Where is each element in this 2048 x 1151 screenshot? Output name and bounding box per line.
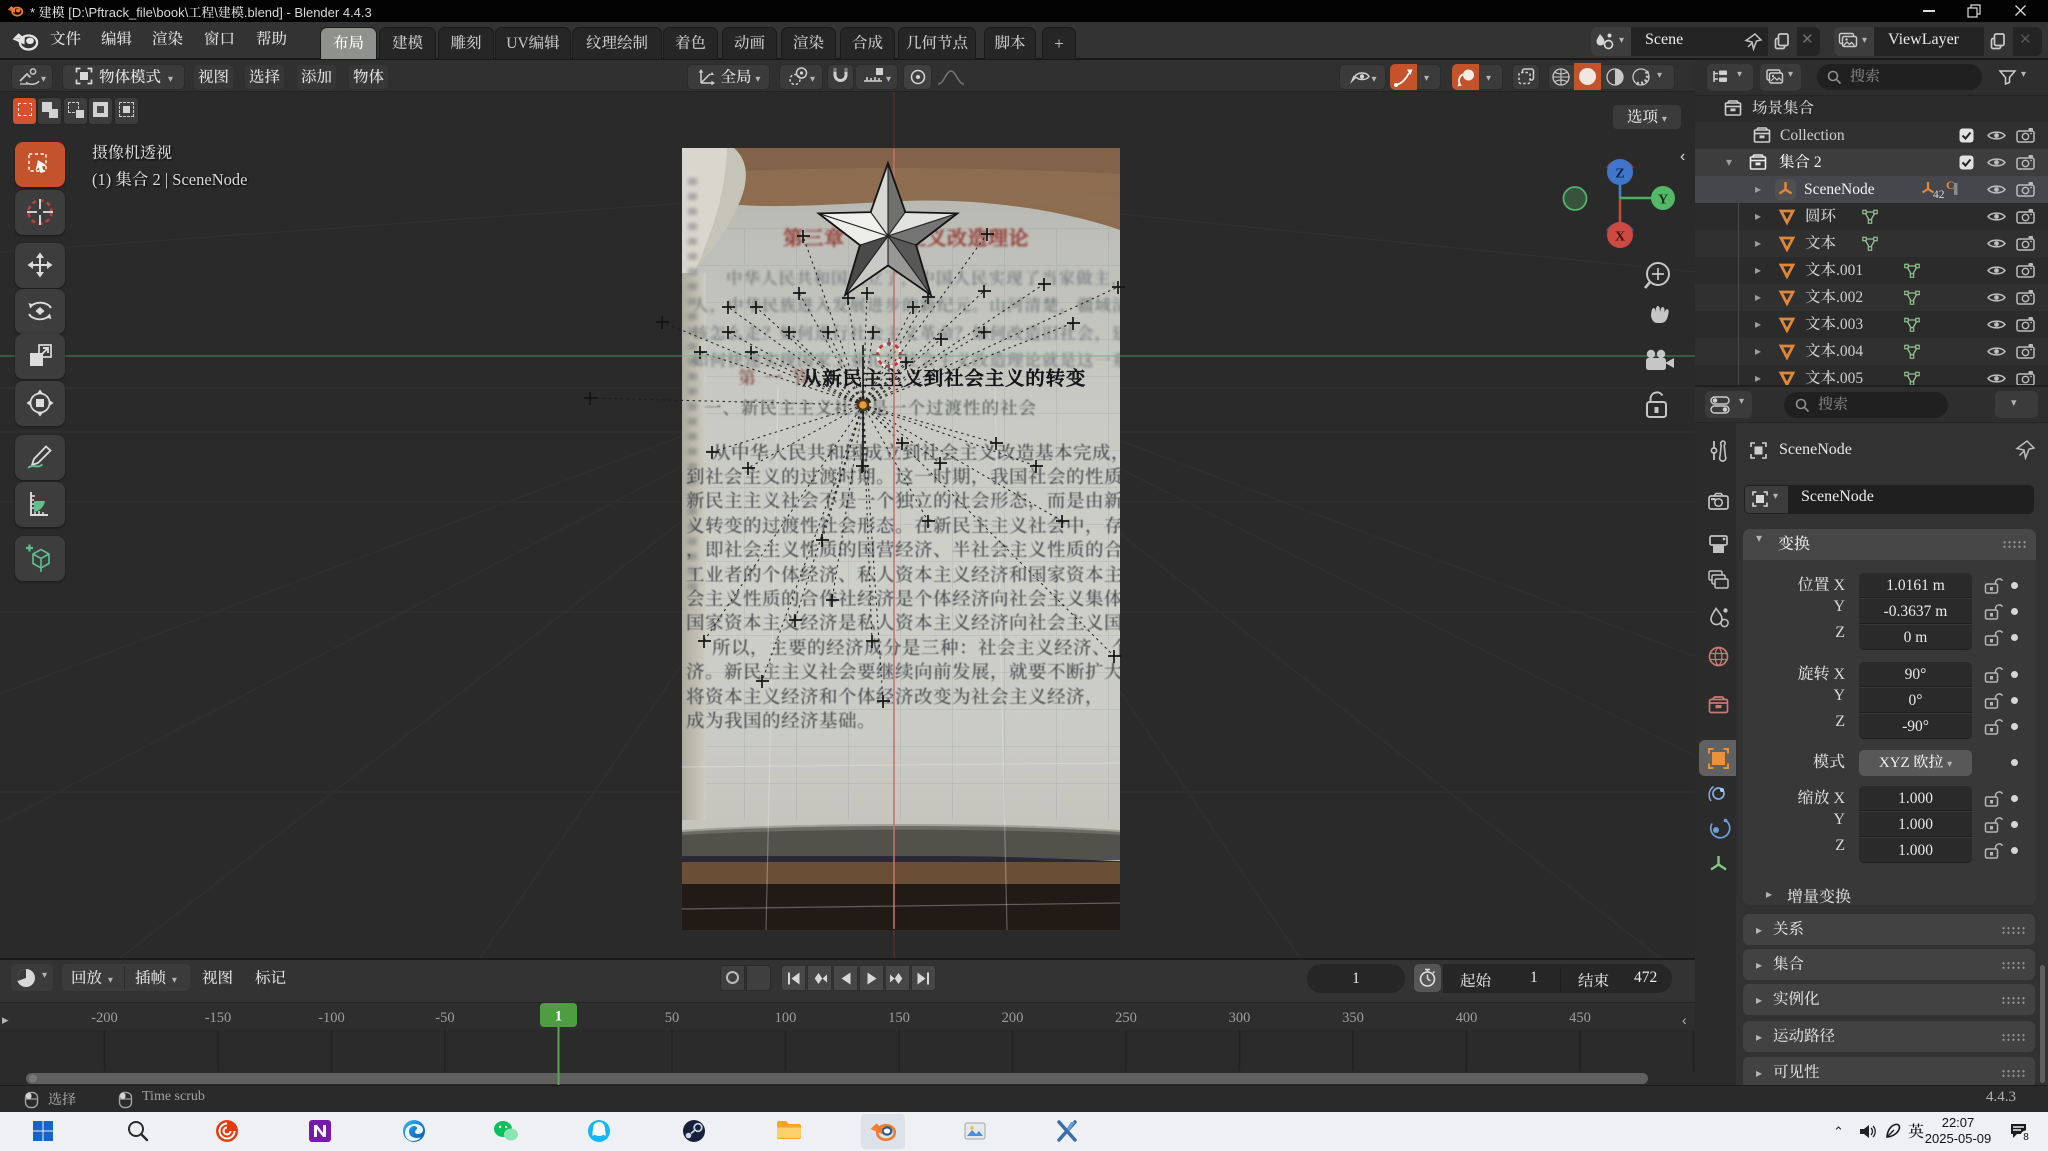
svg-text:100: 100 <box>775 1010 797 1026</box>
svg-text:8: 8 <box>2023 1132 2029 1143</box>
svg-text:200: 200 <box>1002 1010 1024 1026</box>
svg-text:Z: Z <box>1615 167 1624 182</box>
svg-text:50: 50 <box>665 1010 680 1026</box>
svg-text:-100: -100 <box>318 1010 345 1026</box>
svg-text:250: 250 <box>1115 1010 1137 1026</box>
svg-text:42: 42 <box>1933 189 1945 200</box>
svg-text:1: 1 <box>555 1009 563 1025</box>
svg-text:150: 150 <box>888 1010 910 1026</box>
svg-text:-150: -150 <box>205 1010 232 1026</box>
svg-text:C: C <box>1946 179 1955 192</box>
svg-text:350: 350 <box>1342 1010 1364 1026</box>
svg-text:Y: Y <box>1658 193 1668 208</box>
svg-text:400: 400 <box>1456 1010 1478 1026</box>
svg-text:X: X <box>1615 230 1625 245</box>
svg-text:450: 450 <box>1569 1010 1591 1026</box>
svg-text:300: 300 <box>1229 1010 1251 1026</box>
svg-text:-50: -50 <box>435 1010 454 1026</box>
svg-text:-200: -200 <box>91 1010 118 1026</box>
